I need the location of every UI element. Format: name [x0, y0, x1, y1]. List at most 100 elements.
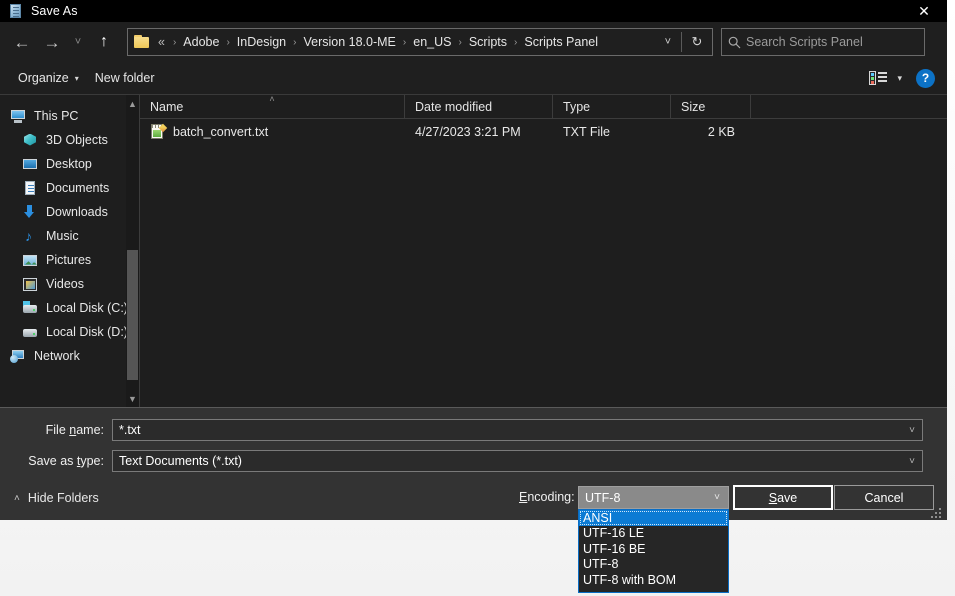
sidebar-item-network[interactable]: Network	[0, 344, 139, 368]
search-input[interactable]: Search Scripts Panel	[746, 35, 863, 49]
file-name-label: File name:	[0, 423, 112, 437]
scrollbar-thumb[interactable]	[127, 250, 138, 380]
recent-locations-chevron-icon[interactable]: ˅	[67, 27, 89, 57]
scroll-up-icon[interactable]: ▲	[126, 95, 139, 112]
file-name-input[interactable]: *.txt ˅	[112, 419, 923, 441]
address-chevron-down-icon[interactable]: ˅	[657, 36, 681, 48]
column-header-date-modified[interactable]: Date modified	[405, 95, 553, 118]
dropdown-option-utf-8[interactable]: UTF-8	[579, 557, 728, 573]
dropdown-option-ansi[interactable]: ANSI	[579, 510, 728, 526]
sidebar-item-pictures[interactable]: Pictures	[0, 248, 139, 272]
window-title: Save As	[31, 4, 78, 18]
search-icon	[722, 36, 746, 49]
file-name-value: *.txt	[119, 423, 902, 437]
breadcrumb-overflow[interactable]: «	[156, 35, 168, 49]
column-header-size[interactable]: Size	[671, 95, 751, 118]
forward-arrow-icon[interactable]: →	[37, 27, 67, 57]
computer-icon	[10, 109, 27, 124]
sidebar-item-videos[interactable]: Videos	[0, 272, 139, 296]
save-as-type-value: Text Documents (*.txt)	[119, 454, 902, 468]
search-box[interactable]: Search Scripts Panel	[721, 28, 925, 56]
cell-type: TXT File	[553, 125, 671, 139]
sidebar-item-this-pc[interactable]: This PC	[0, 104, 139, 128]
folder-icon	[134, 35, 152, 49]
help-icon[interactable]: ?	[916, 69, 935, 88]
sidebar-item-label: 3D Objects	[46, 133, 108, 147]
3d-objects-icon	[22, 133, 39, 148]
chevron-down-icon[interactable]: ˅	[706, 492, 728, 503]
sidebar-item-music[interactable]: ♪ Music	[0, 224, 139, 248]
breadcrumb-separator: ›	[398, 37, 411, 48]
downloads-icon	[22, 205, 39, 220]
breadcrumb-item-version[interactable]: Version 18.0-ME	[301, 35, 397, 49]
encoding-dropdown-list[interactable]: ANSI UTF-16 LE UTF-16 BE UTF-8 UTF-8 wit…	[578, 509, 729, 593]
up-arrow-icon[interactable]: ↑	[89, 27, 119, 57]
close-icon[interactable]: ✕	[901, 0, 947, 22]
sidebar-item-label: Local Disk (C:)	[46, 301, 128, 315]
new-folder-label: New folder	[95, 71, 155, 85]
save-button[interactable]: Save	[733, 485, 833, 510]
local-disk-c-icon	[22, 301, 39, 316]
back-arrow-icon[interactable]: ←	[7, 27, 37, 57]
save-as-type-row: Save as type: Text Documents (*.txt) ˅	[0, 450, 923, 472]
refresh-icon[interactable]: ↻	[682, 34, 712, 50]
sidebar-item-label: Pictures	[46, 253, 91, 267]
address-bar[interactable]: « › Adobe › InDesign › Version 18.0-ME ›…	[127, 28, 713, 56]
command-toolbar: Organize ▾ New folder ▾ ?	[0, 62, 947, 95]
cell-name: batch_convert.txt	[140, 124, 405, 140]
cancel-label: Cancel	[865, 491, 904, 505]
breadcrumb-separator: ›	[453, 37, 466, 48]
view-chevron-down-icon[interactable]: ▾	[897, 73, 902, 84]
text-file-icon	[150, 124, 166, 140]
column-label: Type	[563, 100, 590, 114]
column-label: Name	[150, 100, 183, 114]
videos-icon	[22, 277, 39, 292]
chevron-down-icon: ▾	[75, 74, 79, 83]
sidebar-item-downloads[interactable]: Downloads	[0, 200, 139, 224]
resize-grip-icon[interactable]	[931, 508, 942, 519]
save-as-type-select[interactable]: Text Documents (*.txt) ˅	[112, 450, 923, 472]
breadcrumb-item-scripts[interactable]: Scripts	[467, 35, 509, 49]
column-header-name[interactable]: ˄ Name	[140, 95, 405, 118]
sidebar-item-documents[interactable]: Documents	[0, 176, 139, 200]
sidebar-item-label: Local Disk (D:)	[46, 325, 128, 339]
screen: Save As ✕ ← → ˅ ↑ « › Adobe › InDesign ›	[0, 0, 955, 596]
sidebar-item-label: Documents	[46, 181, 109, 195]
breadcrumb-item-en-us[interactable]: en_US	[411, 35, 453, 49]
column-header-type[interactable]: Type	[553, 95, 671, 118]
chevron-down-icon[interactable]: ˅	[902, 456, 922, 467]
new-folder-button[interactable]: New folder	[87, 66, 163, 90]
column-label: Size	[681, 100, 705, 114]
breadcrumb-item-scripts-panel[interactable]: Scripts Panel	[522, 35, 600, 49]
table-row[interactable]: batch_convert.txt 4/27/2023 3:21 PM TXT …	[140, 119, 947, 145]
column-headers: ˄ Name Date modified Type Size	[140, 95, 947, 119]
hide-folders-button[interactable]: ˄ Hide Folders	[14, 491, 99, 505]
sidebar-item-local-disk-c[interactable]: Local Disk (C:)	[0, 296, 139, 320]
cell-date-modified: 4/27/2023 3:21 PM	[405, 125, 553, 139]
dropdown-option-utf-8-with-bom[interactable]: UTF-8 with BOM	[579, 572, 728, 588]
view-mode-icon[interactable]	[869, 71, 887, 85]
cancel-button[interactable]: Cancel	[834, 485, 934, 510]
toolbar-right-group: ▾ ?	[869, 69, 935, 88]
title-bar: Save As ✕	[0, 0, 947, 22]
breadcrumb-separator: ›	[288, 37, 301, 48]
dropdown-option-utf-16-le[interactable]: UTF-16 LE	[579, 526, 728, 542]
file-name-label: batch_convert.txt	[173, 125, 268, 139]
hide-folders-label: Hide Folders	[28, 491, 99, 505]
sidebar-item-local-disk-d[interactable]: Local Disk (D:)	[0, 320, 139, 344]
breadcrumb-item-indesign[interactable]: InDesign	[235, 35, 288, 49]
encoding-value: UTF-8	[585, 491, 706, 505]
dropdown-option-utf-16-be[interactable]: UTF-16 BE	[579, 541, 728, 557]
scroll-down-icon[interactable]: ▼	[126, 390, 139, 407]
pictures-icon	[22, 253, 39, 268]
organize-label: Organize	[18, 71, 69, 85]
chevron-down-icon[interactable]: ˅	[902, 425, 922, 436]
dialog-body: This PC 3D Objects Desktop Documents Dow…	[0, 95, 947, 407]
organize-button[interactable]: Organize ▾	[10, 66, 87, 90]
sidebar-item-3d-objects[interactable]: 3D Objects	[0, 128, 139, 152]
encoding-select[interactable]: UTF-8 ˅	[578, 486, 729, 509]
sidebar-scrollbar[interactable]: ▲ ▼	[126, 95, 139, 407]
sidebar-item-desktop[interactable]: Desktop	[0, 152, 139, 176]
breadcrumb-item-adobe[interactable]: Adobe	[181, 35, 221, 49]
breadcrumb-separator: ›	[221, 37, 234, 48]
